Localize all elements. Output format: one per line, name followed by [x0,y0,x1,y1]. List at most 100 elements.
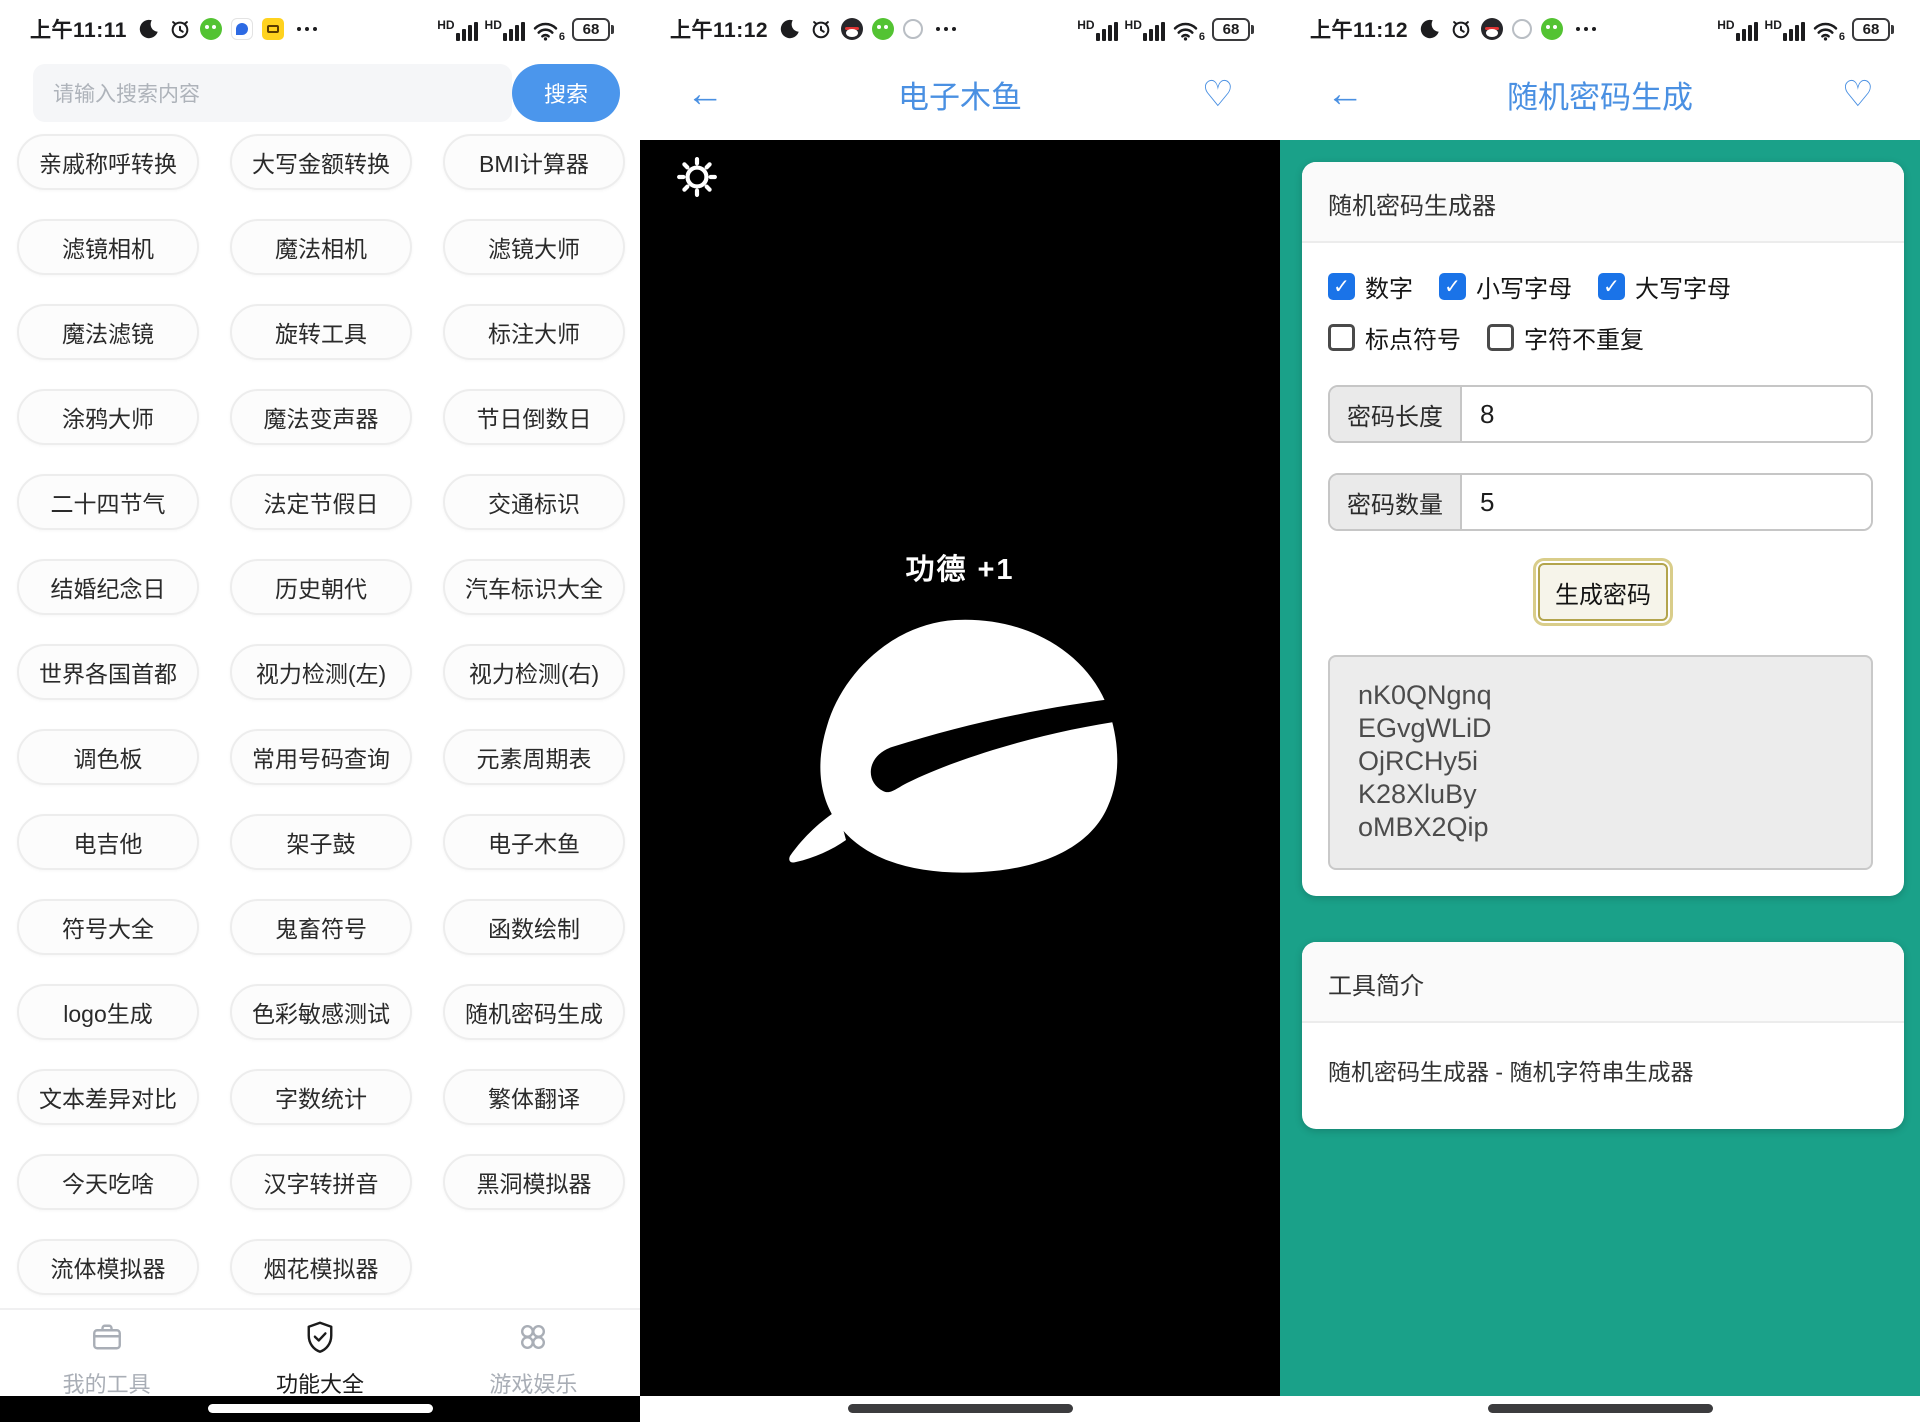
favorite-heart-icon[interactable]: ♡ [1202,76,1234,112]
intro-card-title: 工具简介 [1302,942,1904,1023]
dnd-moon-icon [779,18,801,40]
search-input[interactable]: 请输入搜索内容 [33,64,512,122]
tool-button[interactable]: 魔法相机 [230,219,412,275]
tool-button[interactable]: 历史朝代 [230,559,412,615]
app-header: ← 随机密码生成 ♡ [1280,48,1920,140]
tool-button[interactable]: 二十四节气 [17,474,199,530]
tool-button[interactable]: 结婚纪念日 [17,559,199,615]
tool-button[interactable]: logo生成 [17,984,199,1040]
wooden-fish-screen: 上午11:12 HD HD 6 68 ← 电子木鱼 ♡ 功德 +1 [640,0,1280,1422]
checkbox-标点符号[interactable]: 标点符号 [1328,320,1461,355]
tool-button[interactable]: 滤镜相机 [17,219,199,275]
checkbox-label: 小写字母 [1476,276,1572,303]
search-button[interactable]: 搜索 [512,64,620,122]
checkbox-box-icon[interactable] [1328,273,1355,300]
tool-button[interactable]: 汉字转拼音 [230,1154,412,1210]
tool-button[interactable]: 调色板 [17,729,199,785]
tool-button[interactable]: 魔法滤镜 [17,304,199,360]
checkbox-box-icon[interactable] [1487,324,1514,351]
tools-app-screen: 上午11:11 HD HD 6 68 请输入搜索内容 搜索 亲戚称呼转换 大写金… [0,0,640,1422]
yellow-app-icon [261,18,284,40]
home-indicator [207,1404,433,1413]
nav-label: 游戏娱乐 [489,1372,578,1397]
tool-button[interactable]: 视力检测(左) [230,644,412,700]
checkbox-大写字母[interactable]: 大写字母 [1598,269,1731,304]
tool-button[interactable]: 世界各国首都 [17,644,199,700]
wooden-fish-canvas[interactable]: 功德 +1 [640,140,1280,1396]
gesture-bar[interactable] [640,1396,1280,1422]
shield-check-icon [302,1319,338,1360]
merit-toast: 功德 +1 [905,554,1015,586]
checkbox-box-icon[interactable] [1598,273,1625,300]
page-title: 随机密码生成 [1507,79,1693,115]
tool-button[interactable]: 滤镜大师 [443,219,625,275]
tool-button[interactable]: 烟花模拟器 [230,1239,412,1295]
more-status-icon [296,27,317,31]
dnd-moon-icon [1419,18,1441,40]
status-bar: 上午11:11 HD HD 6 68 [0,0,640,48]
battery-percent: 68 [572,17,610,41]
tool-button[interactable]: 黑洞模拟器 [443,1154,625,1210]
tool-button[interactable]: 视力检测(右) [443,644,625,700]
briefcase-icon [89,1319,125,1360]
tool-button[interactable]: 架子鼓 [230,814,412,870]
search-placeholder: 请输入搜索内容 [53,83,200,106]
battery-percent: 68 [1852,17,1890,41]
gesture-bar[interactable] [1280,1396,1920,1422]
tool-button[interactable]: 汽车标识大全 [443,559,625,615]
tool-button[interactable]: 符号大全 [17,899,199,955]
tool-button[interactable]: 节日倒数日 [443,389,625,445]
tool-button[interactable]: 亲戚称呼转换 [17,134,199,190]
checkbox-label: 数字 [1365,276,1413,303]
tool-button[interactable]: 标注大师 [443,304,625,360]
tool-button[interactable]: 法定节假日 [230,474,412,530]
tool-button[interactable]: 大写金额转换 [230,134,412,190]
password-generator-content: 随机密码生成器 数字小写字母大写字母标点符号字符不重复 密码长度8密码数量5 生… [1280,140,1920,1396]
checkbox-label: 字符不重复 [1524,327,1644,354]
tool-button[interactable]: 函数绘制 [443,899,625,955]
checkbox-小写字母[interactable]: 小写字母 [1439,269,1572,304]
tool-button[interactable]: 字数统计 [230,1069,412,1125]
tool-button[interactable]: 元素周期表 [443,729,625,785]
signal-sim1-icon: HD [1077,18,1118,41]
app-header: ← 电子木鱼 ♡ [640,48,1280,140]
nav-item-功能大全[interactable]: 功能大全 [213,1310,426,1397]
checkbox-box-icon[interactable] [1328,324,1355,351]
tool-button[interactable]: 随机密码生成 [443,984,625,1040]
field-value-input[interactable]: 8 [1462,387,1871,441]
settings-gear-icon[interactable] [676,156,718,198]
checkbox-数字[interactable]: 数字 [1328,269,1413,304]
tool-button[interactable]: 文本差异对比 [17,1069,199,1125]
tool-button[interactable]: 常用号码查询 [230,729,412,785]
checkbox-box-icon[interactable] [1439,273,1466,300]
more-status-icon [936,27,957,31]
more-status-icon [1576,27,1597,31]
field-label: 密码长度 [1330,387,1462,441]
password-results[interactable] [1328,655,1873,870]
tool-button[interactable]: 流体模拟器 [17,1239,199,1295]
tool-button[interactable]: 繁体翻译 [443,1069,625,1125]
tool-button[interactable]: 鬼畜符号 [230,899,412,955]
generate-password-button[interactable]: 生成密码 [1538,563,1668,621]
tool-button[interactable]: 涂鸦大师 [17,389,199,445]
field-密码长度: 密码长度 8 [1328,385,1873,443]
nav-item-我的工具[interactable]: 我的工具 [0,1310,213,1397]
favorite-heart-icon[interactable]: ♡ [1842,76,1874,112]
tool-button[interactable]: 今天吃啥 [17,1154,199,1210]
clock-time: 上午11:12 [670,19,769,42]
tool-button[interactable]: BMI计算器 [443,134,625,190]
tool-button[interactable]: 魔法变声器 [230,389,412,445]
field-value-input[interactable]: 5 [1462,475,1871,529]
wooden-fish-icon[interactable] [780,614,1128,876]
tool-button[interactable]: 交通标识 [443,474,625,530]
tool-button[interactable]: 电子木鱼 [443,814,625,870]
wechat-icon [872,18,895,40]
gesture-bar[interactable] [0,1396,640,1422]
tool-button[interactable]: 色彩敏感测试 [230,984,412,1040]
checkbox-字符不重复[interactable]: 字符不重复 [1487,320,1644,355]
nav-item-游戏娱乐[interactable]: 游戏娱乐 [427,1310,640,1397]
tool-button[interactable]: 电吉他 [17,814,199,870]
tool-button[interactable]: 旋转工具 [230,304,412,360]
battery-icon: 68 [572,17,614,41]
dnd-moon-icon [138,18,160,40]
